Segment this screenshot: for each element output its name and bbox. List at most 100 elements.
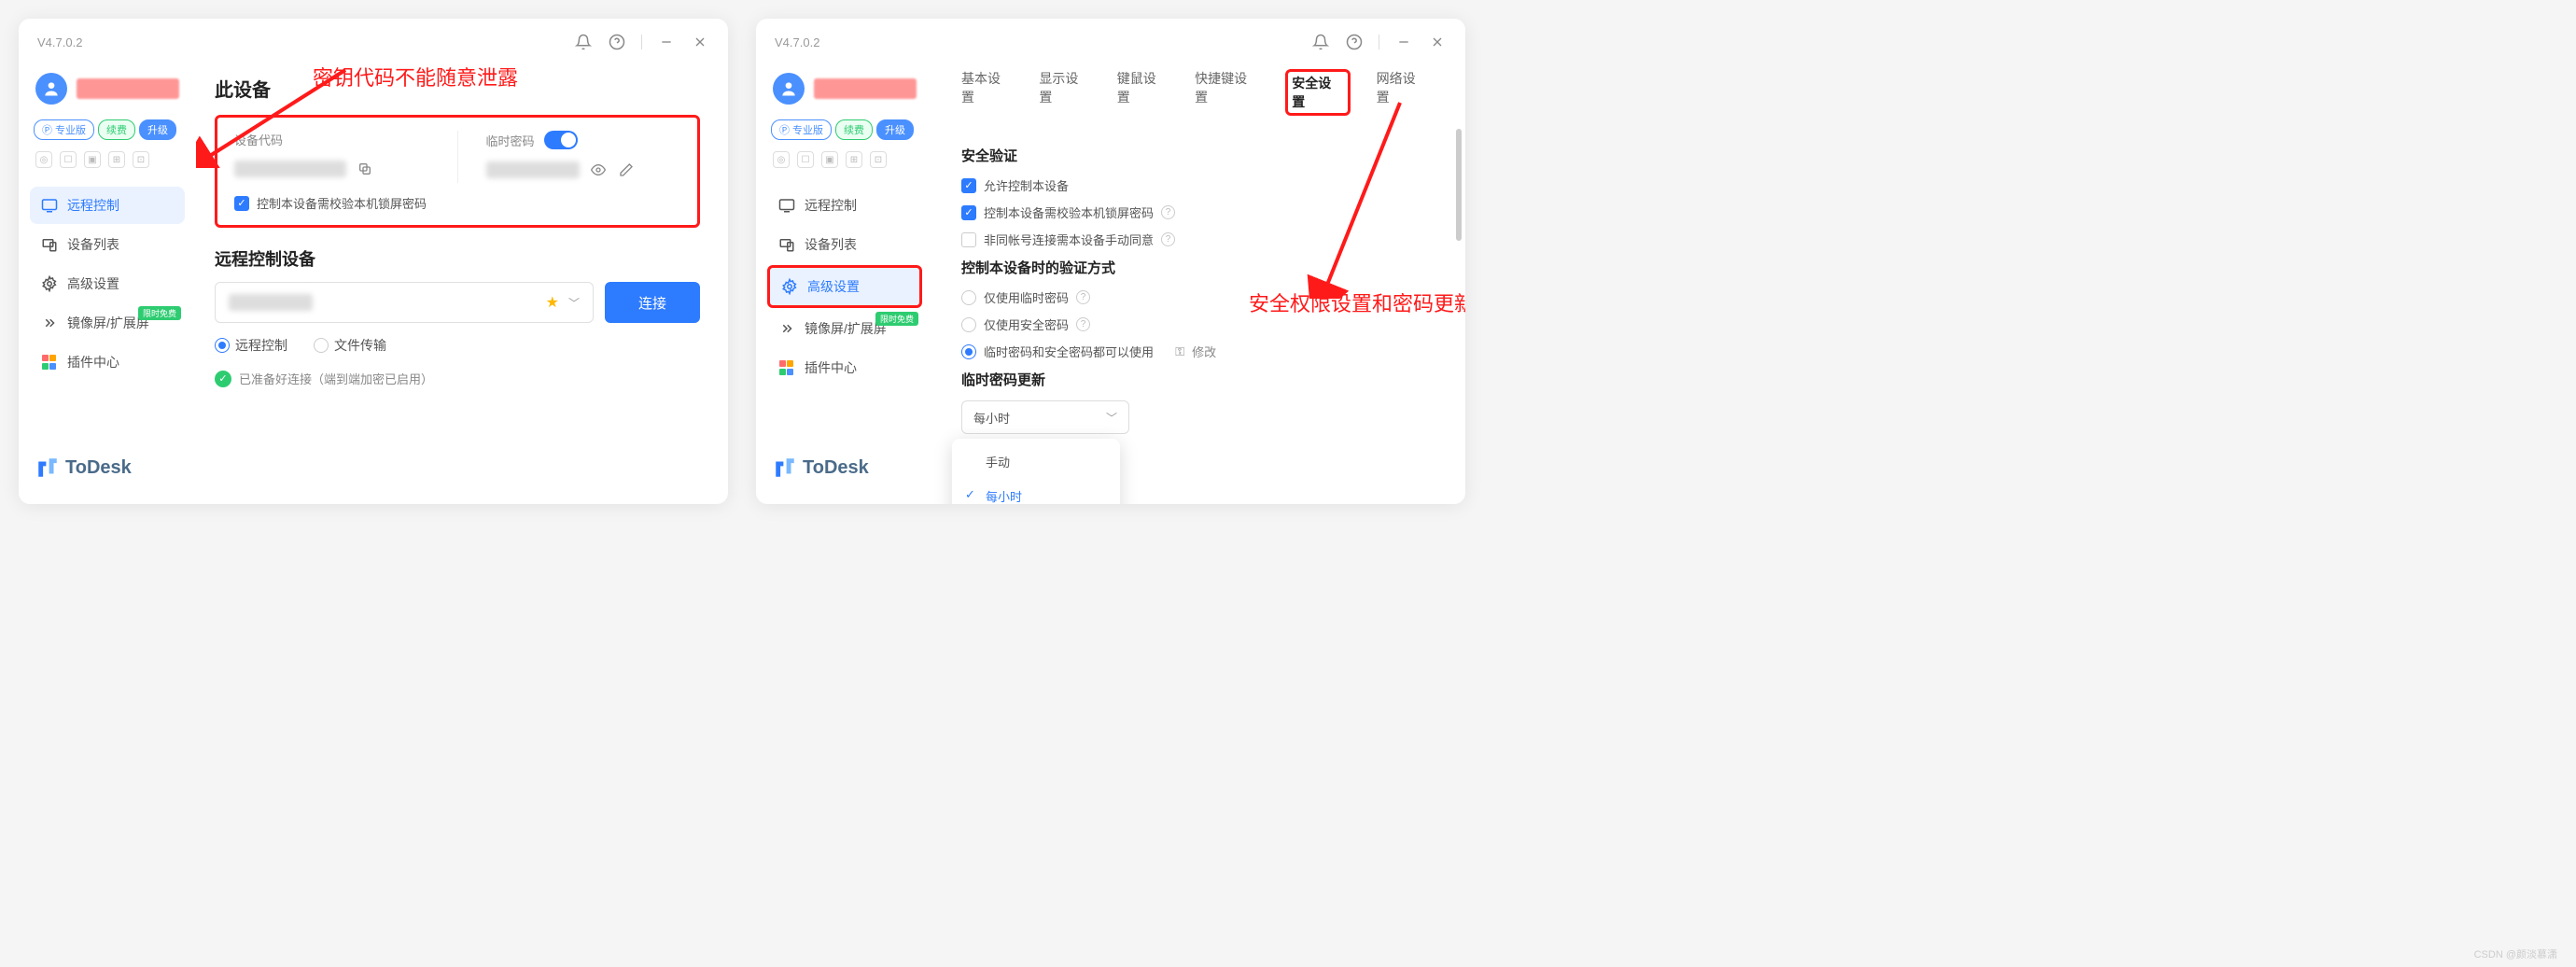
opt-both-radio[interactable] xyxy=(961,344,976,359)
badge-pro[interactable]: Ⓟ 专业版 xyxy=(771,119,832,140)
tag-free: 限时免费 xyxy=(875,312,918,326)
bell-icon[interactable] xyxy=(1311,33,1330,51)
tab-network[interactable]: 网络设置 xyxy=(1377,69,1428,116)
avatar xyxy=(35,73,67,105)
feature-icon[interactable]: ◎ xyxy=(773,151,790,168)
feature-icon[interactable]: ▣ xyxy=(821,151,838,168)
dropdown-item-hourly[interactable]: 每小时 xyxy=(952,479,1120,504)
nav: 远程控制 设备列表 高级设置 镜像屏/扩展屏限时免费 插件中心 xyxy=(30,187,185,381)
sidebar-item-remote-control[interactable]: 远程控制 xyxy=(30,187,185,224)
device-code-redacted xyxy=(234,161,346,177)
help-icon[interactable]: ? xyxy=(1161,205,1175,219)
dropdown-item-manual[interactable]: 手动 xyxy=(952,444,1120,479)
monitor-icon xyxy=(778,197,795,214)
badge-upgrade[interactable]: 升级 xyxy=(139,119,176,140)
tab-security[interactable]: 安全设置 xyxy=(1285,69,1350,116)
diff-account-checkbox[interactable] xyxy=(961,232,976,247)
eye-icon[interactable] xyxy=(589,161,608,179)
close-icon[interactable] xyxy=(1428,33,1447,51)
sidebar-item-plugin-center[interactable]: 插件中心 xyxy=(767,349,922,386)
plugin-icon xyxy=(41,354,58,371)
gear-icon xyxy=(41,275,58,292)
tab-keyboard-mouse[interactable]: 键鼠设置 xyxy=(1117,69,1169,116)
edit-icon[interactable] xyxy=(617,161,636,179)
temp-pwd-value xyxy=(486,157,681,183)
help-icon[interactable] xyxy=(608,33,626,51)
avatar xyxy=(773,73,805,105)
temp-pwd-toggle[interactable] xyxy=(544,131,578,149)
modify-link[interactable]: 修改 xyxy=(1192,343,1216,360)
feature-icon[interactable]: ☐ xyxy=(60,151,77,168)
key-icon: ⚿ xyxy=(1175,344,1184,359)
username-redacted xyxy=(77,78,179,99)
need-lock-pwd-checkbox[interactable] xyxy=(961,205,976,220)
sidebar-item-mirror-extend[interactable]: 镜像屏/扩展屏限时免费 xyxy=(767,310,922,347)
minimize-icon[interactable] xyxy=(657,33,676,51)
badge-upgrade[interactable]: 升级 xyxy=(876,119,914,140)
plugin-icon xyxy=(778,359,795,376)
remote-target-redacted xyxy=(229,294,313,311)
feature-icon[interactable]: ⊞ xyxy=(846,151,862,168)
tab-display[interactable]: 显示设置 xyxy=(1039,69,1090,116)
sidebar-item-device-list[interactable]: 设备列表 xyxy=(30,226,185,263)
bell-icon[interactable] xyxy=(574,33,593,51)
titlebar: V4.7.0.2 xyxy=(756,19,1465,65)
feature-icon[interactable]: ▣ xyxy=(84,151,101,168)
help-icon[interactable]: ? xyxy=(1076,290,1090,304)
connect-button[interactable]: 连接 xyxy=(605,282,700,323)
user-row[interactable] xyxy=(30,65,185,112)
logo-icon xyxy=(773,455,797,480)
sidebar-item-plugin-center[interactable]: 插件中心 xyxy=(30,343,185,381)
titlebar: V4.7.0.2 xyxy=(19,19,728,65)
feature-icon[interactable]: ◎ xyxy=(35,151,52,168)
sidebar-item-advanced-settings[interactable]: 高级设置 xyxy=(30,265,185,302)
temp-update-select[interactable]: 每小时 ﹀ xyxy=(961,400,1129,434)
mode-file-radio[interactable]: 文件传输 xyxy=(314,336,386,355)
status-row: ✓ 已准备好连接（端到端加密已启用） xyxy=(215,370,700,387)
remote-target-input[interactable]: ★ ﹀ xyxy=(215,282,594,323)
opt-safe-radio[interactable] xyxy=(961,317,976,332)
verify-lock-label: 控制本设备需校验本机锁屏密码 xyxy=(257,194,427,212)
feature-icon[interactable]: ⊡ xyxy=(870,151,887,168)
sidebar-item-remote-control[interactable]: 远程控制 xyxy=(767,187,922,224)
chevron-down-icon[interactable]: ﹀ xyxy=(568,295,580,311)
temp-pwd-label: 临时密码 xyxy=(486,132,535,149)
verify-lock-checkbox[interactable] xyxy=(234,196,249,211)
feature-icon[interactable]: ⊞ xyxy=(108,151,125,168)
badge-renew[interactable]: 续费 xyxy=(98,119,135,140)
sidebar-item-mirror-extend[interactable]: 镜像屏/扩展屏限时免费 xyxy=(30,304,185,342)
version-label: V4.7.0.2 xyxy=(37,35,82,49)
badge-pro[interactable]: Ⓟ 专业版 xyxy=(34,119,94,140)
chevron-down-icon: ﹀ xyxy=(1106,410,1117,426)
mirror-icon xyxy=(41,315,58,331)
feature-icons: ◎ ☐ ▣ ⊞ ⊡ xyxy=(30,147,185,172)
status-ok-icon: ✓ xyxy=(215,371,231,387)
copy-icon[interactable] xyxy=(356,160,374,178)
tab-basic[interactable]: 基本设置 xyxy=(961,69,1013,116)
allow-control-checkbox[interactable] xyxy=(961,178,976,193)
mode-remote-radio[interactable]: 远程控制 xyxy=(215,336,287,355)
tag-free: 限时免费 xyxy=(138,306,181,320)
scrollbar[interactable] xyxy=(1456,129,1462,495)
sec-verify-title: 安全验证 xyxy=(961,146,1428,165)
star-icon[interactable]: ★ xyxy=(546,293,559,312)
temp-update-title: 临时密码更新 xyxy=(961,370,1428,389)
badge-renew[interactable]: 续费 xyxy=(835,119,873,140)
tab-shortcut[interactable]: 快捷键设置 xyxy=(1195,69,1259,116)
sidebar-item-device-list[interactable]: 设备列表 xyxy=(767,226,922,263)
verify-method-title: 控制本设备时的验证方式 xyxy=(961,258,1428,277)
help-icon[interactable]: ? xyxy=(1076,317,1090,331)
minimize-icon[interactable] xyxy=(1394,33,1413,51)
main-panel: 密钥代码不能随意泄露 此设备 设备代码 临时密码 xyxy=(196,65,728,504)
feature-icons: ◎ ☐ ▣ ⊞ ⊡ xyxy=(767,147,922,172)
sidebar-item-advanced-settings[interactable]: 高级设置 xyxy=(767,265,922,308)
logo-text: ToDesk xyxy=(65,457,132,479)
feature-icon[interactable]: ☐ xyxy=(797,151,814,168)
close-icon[interactable] xyxy=(691,33,709,51)
opt-temp-radio[interactable] xyxy=(961,290,976,305)
remote-control-title: 远程控制设备 xyxy=(215,246,700,271)
help-icon[interactable]: ? xyxy=(1161,232,1175,246)
feature-icon[interactable]: ⊡ xyxy=(133,151,149,168)
user-row[interactable] xyxy=(767,65,922,112)
help-icon[interactable] xyxy=(1345,33,1364,51)
